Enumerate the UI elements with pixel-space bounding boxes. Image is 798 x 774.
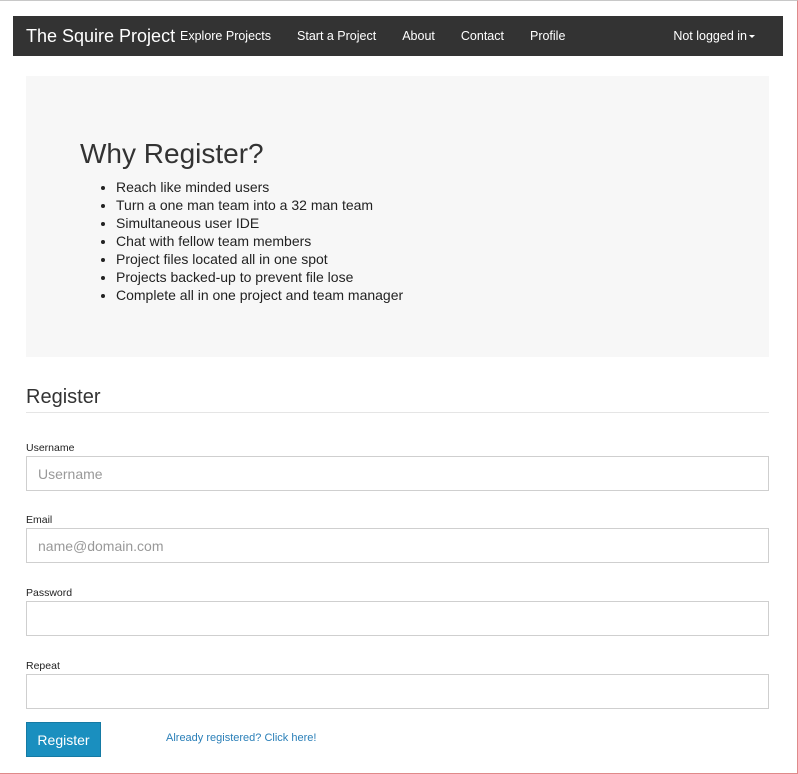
brand-link[interactable]: The Squire Project	[13, 26, 180, 47]
username-input[interactable]	[26, 456, 769, 491]
list-item: Turn a one man team into a 32 man team	[116, 196, 403, 214]
nav-links: Explore Projects Start a Project About C…	[180, 29, 591, 43]
navbar: The Squire Project Explore Projects Star…	[13, 16, 783, 56]
username-label: Username	[26, 442, 75, 454]
divider	[26, 412, 769, 413]
list-item: Project files located all in one spot	[116, 250, 403, 268]
list-item: Complete all in one project and team man…	[116, 286, 403, 304]
nav-link-start-project[interactable]: Start a Project	[297, 29, 376, 43]
list-item: Projects backed-up to prevent file lose	[116, 268, 403, 286]
nav-link-profile[interactable]: Profile	[530, 29, 565, 43]
register-button[interactable]: Register	[26, 722, 101, 757]
password-label: Password	[26, 587, 73, 599]
email-label: Email	[26, 514, 53, 526]
user-menu-dropdown[interactable]: Not logged in	[673, 16, 755, 56]
caret-down-icon	[749, 35, 755, 38]
register-heading: Register	[26, 386, 101, 408]
list-item: Simultaneous user IDE	[116, 214, 403, 232]
user-menu-label: Not logged in	[673, 29, 747, 43]
why-register-heading: Why Register?	[80, 138, 264, 169]
nav-link-explore-projects[interactable]: Explore Projects	[180, 29, 271, 43]
why-register-panel: Why Register? Reach like minded users Tu…	[26, 76, 769, 357]
repeat-password-label: Repeat	[26, 660, 60, 672]
password-input[interactable]	[26, 601, 769, 636]
already-registered-link[interactable]: Already registered? Click here!	[166, 732, 316, 744]
repeat-password-input[interactable]	[26, 674, 769, 709]
nav-link-contact[interactable]: Contact	[461, 29, 504, 43]
email-input[interactable]	[26, 528, 769, 563]
benefits-list: Reach like minded users Turn a one man t…	[116, 178, 403, 304]
list-item: Chat with fellow team members	[116, 232, 403, 250]
list-item: Reach like minded users	[116, 178, 403, 196]
nav-link-about[interactable]: About	[402, 29, 435, 43]
